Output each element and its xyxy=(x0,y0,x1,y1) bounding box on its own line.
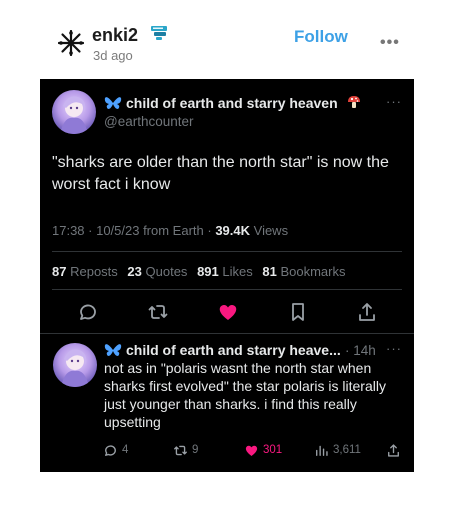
bookmark-icon[interactable] xyxy=(287,301,309,323)
divider xyxy=(52,289,402,290)
repost-count: 9 xyxy=(192,444,199,456)
stat-quotes[interactable]: 23 Quotes xyxy=(127,264,193,279)
like-heart-icon xyxy=(245,445,258,456)
reply-actions: 4 9 301 3,611 xyxy=(40,441,414,461)
reply-repost-button[interactable]: 9 xyxy=(173,441,198,459)
views-chart-icon xyxy=(316,445,328,456)
like-heart-icon[interactable] xyxy=(217,301,239,323)
avatar xyxy=(53,343,97,387)
like-count: 301 xyxy=(263,444,283,456)
tweet-actions xyxy=(40,301,414,325)
divider xyxy=(52,251,402,252)
tweet-screenshot: child of earth and starry heaven ··· @ea… xyxy=(40,79,414,472)
user-flair-icon xyxy=(151,26,167,40)
stat-likes[interactable]: 891 Likes xyxy=(197,264,259,279)
engagement-stats: 87 Reposts 23 Quotes 891 Likes 81 Bookma… xyxy=(52,264,352,279)
follow-button[interactable]: Follow xyxy=(294,27,348,47)
views-label: Views xyxy=(250,223,289,238)
asterisk-logo-icon[interactable] xyxy=(58,30,84,56)
butterfly-icon xyxy=(104,97,122,109)
reply-icon[interactable] xyxy=(77,301,99,323)
repost-icon xyxy=(174,445,187,455)
post-header: enki2 3d ago Follow ••• xyxy=(0,0,462,78)
post-time-ago: 3d ago xyxy=(93,48,133,63)
tweet-meta: 17:38 · 10/5/23 from Earth · 39.4K Views xyxy=(52,223,288,238)
divider xyxy=(40,333,414,334)
stat-reposts[interactable]: 87 Reposts xyxy=(52,264,124,279)
share-icon xyxy=(388,443,399,457)
post-username[interactable]: enki2 xyxy=(92,25,138,46)
handle[interactable]: @earthcounter xyxy=(104,114,194,129)
repost-icon[interactable] xyxy=(147,301,169,323)
mushroom-emoji-icon xyxy=(348,96,360,108)
reply-text: not as in "polaris wasnt the north star … xyxy=(104,360,386,430)
reply-reply-button[interactable]: 4 xyxy=(103,441,128,459)
more-options-icon[interactable]: ••• xyxy=(380,34,400,52)
reply-display-name[interactable]: child of earth and starry heave... xyxy=(126,342,341,358)
reply-time[interactable]: · 14h xyxy=(345,343,376,358)
tweet-more-icon[interactable]: ··· xyxy=(386,94,402,109)
reply-share-button[interactable] xyxy=(386,441,401,459)
tweet-timestamp[interactable]: 17:38 · 10/5/23 from Earth · xyxy=(52,223,215,238)
view-count: 3,611 xyxy=(333,444,361,456)
display-name[interactable]: child of earth and starry heaven xyxy=(126,95,338,111)
avatar xyxy=(52,90,96,134)
views-count: 39.4K xyxy=(215,223,251,238)
reply-icon xyxy=(105,444,116,456)
share-icon[interactable] xyxy=(356,301,378,323)
butterfly-icon xyxy=(104,344,122,356)
tweet-text: "sharks are older than the north star" i… xyxy=(52,154,389,193)
reply-like-button[interactable]: 301 xyxy=(244,441,282,459)
reply-views-button[interactable]: 3,611 xyxy=(314,441,361,459)
reply-more-icon[interactable]: ··· xyxy=(386,341,402,356)
reply-count: 4 xyxy=(122,444,129,456)
stat-bookmarks[interactable]: 81 Bookmarks xyxy=(262,264,351,279)
